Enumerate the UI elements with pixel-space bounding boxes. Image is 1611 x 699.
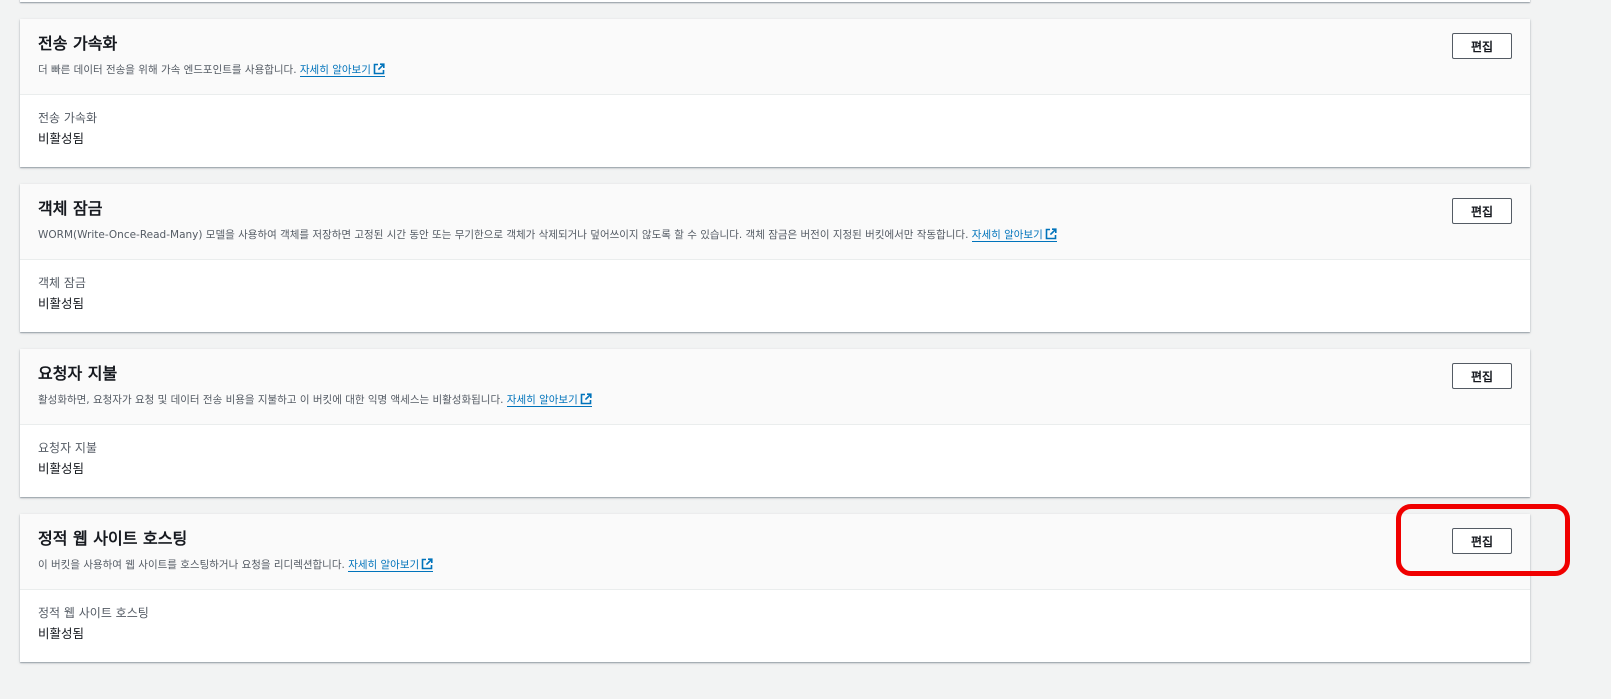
learn-more-label: 자세히 알아보기 <box>506 394 578 406</box>
learn-more-link[interactable]: 자세히 알아보기 <box>299 63 385 77</box>
field-label: 요청자 지불 <box>38 441 98 455</box>
panel-body: 정적 웹 사이트 호스팅 비활성됨 <box>20 590 1530 661</box>
learn-more-label: 자세히 알아보기 <box>299 64 371 76</box>
edit-button[interactable]: 편집 <box>1452 33 1512 59</box>
external-link-icon <box>421 558 433 570</box>
panel-title: 전송 가속화 <box>38 34 118 53</box>
field-label: 정적 웹 사이트 호스팅 <box>38 606 149 620</box>
panel-description: 활성화하면, 요청자가 요청 및 데이터 전송 비용을 지불하고 이 버킷에 대… <box>38 393 592 407</box>
panel-title: 객체 잠금 <box>38 199 103 218</box>
panel-header: 전송 가속화 더 빠른 데이터 전송을 위해 가속 엔드포인트를 사용합니다. … <box>20 19 1530 95</box>
description-text: 활성화하면, 요청자가 요청 및 데이터 전송 비용을 지불하고 이 버킷에 대… <box>38 394 504 406</box>
panel-header: 정적 웹 사이트 호스팅 이 버킷을 사용하여 웹 사이트를 호스팅하거나 요청… <box>20 514 1530 590</box>
panel-body: 객체 잠금 비활성됨 <box>20 260 1530 331</box>
panel-header: 객체 잠금 WORM(Write-Once-Read-Many) 모델을 사용하… <box>20 184 1530 260</box>
panel-body: 요청자 지불 비활성됨 <box>20 425 1530 496</box>
edit-button[interactable]: 편집 <box>1452 528 1512 554</box>
description-text: WORM(Write-Once-Read-Many) 모델을 사용하여 객체를 … <box>38 229 969 241</box>
field-value: 비활성됨 <box>38 131 85 146</box>
external-link-icon <box>373 63 385 75</box>
edit-button[interactable]: 편집 <box>1452 363 1512 389</box>
transfer-acceleration-panel: 전송 가속화 더 빠른 데이터 전송을 위해 가속 엔드포인트를 사용합니다. … <box>20 19 1530 167</box>
learn-more-link[interactable]: 자세히 알아보기 <box>506 393 592 407</box>
learn-more-label: 자세히 알아보기 <box>971 229 1043 241</box>
edit-button[interactable]: 편집 <box>1452 198 1512 224</box>
field-value: 비활성됨 <box>38 626 85 641</box>
learn-more-link[interactable]: 자세히 알아보기 <box>348 558 434 572</box>
panel-title: 정적 웹 사이트 호스팅 <box>38 529 188 548</box>
previous-panel-edge <box>20 0 1530 2</box>
description-text: 이 버킷을 사용하여 웹 사이트를 호스팅하거나 요청을 리디렉션합니다. <box>38 559 345 571</box>
panel-title: 요청자 지불 <box>38 364 118 383</box>
static-website-hosting-panel: 정적 웹 사이트 호스팅 이 버킷을 사용하여 웹 사이트를 호스팅하거나 요청… <box>20 514 1530 662</box>
field-value: 비활성됨 <box>38 296 85 311</box>
panel-description: 이 버킷을 사용하여 웹 사이트를 호스팅하거나 요청을 리디렉션합니다. 자세… <box>38 558 434 572</box>
panel-body: 전송 가속화 비활성됨 <box>20 95 1530 166</box>
external-link-icon <box>580 393 592 405</box>
object-lock-panel: 객체 잠금 WORM(Write-Once-Read-Many) 모델을 사용하… <box>20 184 1530 332</box>
field-value: 비활성됨 <box>38 461 85 476</box>
field-label: 객체 잠금 <box>38 276 86 290</box>
description-text: 더 빠른 데이터 전송을 위해 가속 엔드포인트를 사용합니다. <box>38 64 297 76</box>
panel-header: 요청자 지불 활성화하면, 요청자가 요청 및 데이터 전송 비용을 지불하고 … <box>20 349 1530 425</box>
learn-more-label: 자세히 알아보기 <box>348 559 420 571</box>
panel-description: WORM(Write-Once-Read-Many) 모델을 사용하여 객체를 … <box>38 228 1057 242</box>
requester-pays-panel: 요청자 지불 활성화하면, 요청자가 요청 및 데이터 전송 비용을 지불하고 … <box>20 349 1530 497</box>
panel-description: 더 빠른 데이터 전송을 위해 가속 엔드포인트를 사용합니다. 자세히 알아보… <box>38 63 385 77</box>
external-link-icon <box>1045 228 1057 240</box>
learn-more-link[interactable]: 자세히 알아보기 <box>971 228 1057 242</box>
field-label: 전송 가속화 <box>38 111 98 125</box>
